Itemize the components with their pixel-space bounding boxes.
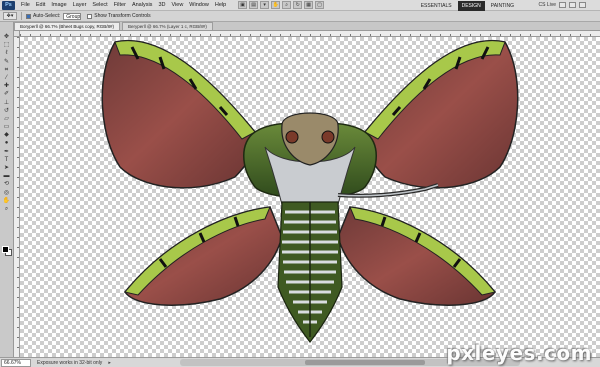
- crop-tool-icon[interactable]: ⌗: [2, 67, 12, 74]
- type-tool-icon[interactable]: T: [2, 157, 12, 164]
- menu-filter[interactable]: Filter: [111, 0, 129, 11]
- mini-bridge-icon[interactable]: ▤: [249, 1, 259, 9]
- close-icon[interactable]: [579, 2, 586, 8]
- show-transform-checkbox[interactable]: [87, 13, 93, 19]
- auto-select-label: Auto-Select:: [33, 13, 61, 19]
- path-selection-tool-icon[interactable]: ➤: [2, 165, 12, 172]
- zoom-tool-icon[interactable]: ⌕: [282, 1, 292, 9]
- menu-bar: Ps File Edit Image Layer Select Filter A…: [0, 0, 600, 11]
- upper-right-wing: [363, 39, 519, 189]
- menu-image[interactable]: Image: [48, 0, 69, 11]
- zoom-level-icon[interactable]: ▾: [260, 1, 270, 9]
- status-menu-arrow-icon[interactable]: ▸: [108, 360, 111, 366]
- workspace-switcher: ESSENTIALS DESIGN PAINTING: [415, 1, 518, 11]
- menu-analysis[interactable]: Analysis: [129, 0, 155, 11]
- move-tool-icon[interactable]: ✥: [2, 34, 12, 41]
- options-bar: ✥▾ Auto-Select: Group Show Transform Con…: [0, 11, 600, 22]
- workspace-painting[interactable]: PAINTING: [487, 1, 518, 11]
- menu-layer[interactable]: Layer: [70, 0, 90, 11]
- 3d-rotate-tool-icon[interactable]: ⟲: [2, 181, 12, 188]
- document-tab[interactable]: Beryperll @ 66.7% (Layer 1 c, RGB/8#): [122, 22, 213, 30]
- dodge-tool-icon[interactable]: ●: [2, 140, 12, 147]
- zoom-level-field[interactable]: 66.67%: [1, 358, 31, 367]
- menu-help[interactable]: Help: [212, 0, 229, 11]
- clone-stamp-tool-icon[interactable]: ⊥: [2, 100, 12, 107]
- workspace-essentials[interactable]: ESSENTIALS: [417, 1, 456, 11]
- cs-live-label[interactable]: CS Live: [538, 2, 556, 8]
- quick-select-tool-icon[interactable]: ✎: [2, 59, 12, 66]
- history-brush-tool-icon[interactable]: ↺: [2, 108, 12, 115]
- menu-edit[interactable]: Edit: [33, 0, 48, 11]
- lower-left-wing: [124, 206, 283, 306]
- menu-select[interactable]: Select: [89, 0, 110, 11]
- brush-tool-icon[interactable]: ✐: [2, 91, 12, 98]
- auto-select-dropdown[interactable]: Group: [63, 12, 82, 20]
- upper-left-wing: [101, 39, 257, 189]
- marquee-tool-icon[interactable]: ⬚: [2, 42, 12, 49]
- blur-tool-icon[interactable]: ◆: [2, 132, 12, 139]
- rotate-view-icon[interactable]: ↻: [293, 1, 303, 9]
- separator: [21, 12, 22, 20]
- shape-tool-icon[interactable]: ▬: [2, 173, 12, 180]
- eyedropper-tool-icon[interactable]: ⁄: [2, 75, 12, 82]
- menu-3d[interactable]: 3D: [155, 0, 168, 11]
- menu-file[interactable]: File: [18, 0, 33, 11]
- maximize-icon[interactable]: [569, 2, 576, 8]
- 3d-orbit-tool-icon[interactable]: ◎: [2, 190, 12, 197]
- document-tab[interactable]: Boryperll @ 66.7% (Bheet Bugs copy, RGB/…: [14, 22, 121, 30]
- document-canvas[interactable]: [20, 37, 600, 357]
- gradient-tool-icon[interactable]: ▭: [2, 124, 12, 131]
- status-message: Exposure works in 32-bit only: [37, 359, 103, 366]
- show-transform-label: Show Transform Controls: [94, 13, 151, 19]
- foreground-color-swatch[interactable]: [2, 246, 9, 253]
- cs-live: CS Live: [538, 2, 586, 8]
- auto-select-checkbox[interactable]: [26, 13, 31, 19]
- document-tab-bar: Boryperll @ 66.7% (Bheet Bugs copy, RGB/…: [14, 22, 600, 31]
- scrollbar-thumb[interactable]: [305, 360, 425, 365]
- tools-panel: ✥ ⬚ ℓ ✎ ⌗ ⁄ ✚ ✐ ⊥ ↺ ▱ ▭ ◆ ● ✒ T ➤ ▬ ⟲ ◎ …: [0, 22, 14, 357]
- minimize-icon[interactable]: [559, 2, 566, 8]
- move-tool-preset-icon[interactable]: ✥▾: [3, 12, 17, 20]
- hand-tool-icon[interactable]: ✋: [2, 198, 12, 205]
- app-bar-icons: ▣ ▤ ▾ ✋ ⌕ ↻ ▦ ▢: [237, 1, 325, 9]
- eraser-tool-icon[interactable]: ▱: [2, 116, 12, 123]
- butterfly-bug-artwork: [101, 39, 519, 343]
- bug-abdomen: [277, 201, 343, 343]
- photoshop-logo: Ps: [2, 0, 15, 10]
- zoom-tool-icon[interactable]: ⌕: [2, 206, 12, 213]
- lasso-tool-icon[interactable]: ℓ: [2, 50, 12, 57]
- hand-tool-icon[interactable]: ✋: [271, 1, 281, 9]
- menu-window[interactable]: Window: [186, 0, 212, 11]
- workspace-design[interactable]: DESIGN: [457, 1, 485, 11]
- bridge-icon[interactable]: ▣: [238, 1, 248, 9]
- pen-tool-icon[interactable]: ✒: [2, 149, 12, 156]
- menu-view[interactable]: View: [168, 0, 186, 11]
- arrange-documents-icon[interactable]: ▦: [304, 1, 314, 9]
- watermark: pxleyes.com: [446, 341, 592, 365]
- healing-brush-tool-icon[interactable]: ✚: [2, 83, 12, 90]
- screen-mode-icon[interactable]: ▢: [315, 1, 325, 9]
- lower-right-wing: [337, 206, 496, 306]
